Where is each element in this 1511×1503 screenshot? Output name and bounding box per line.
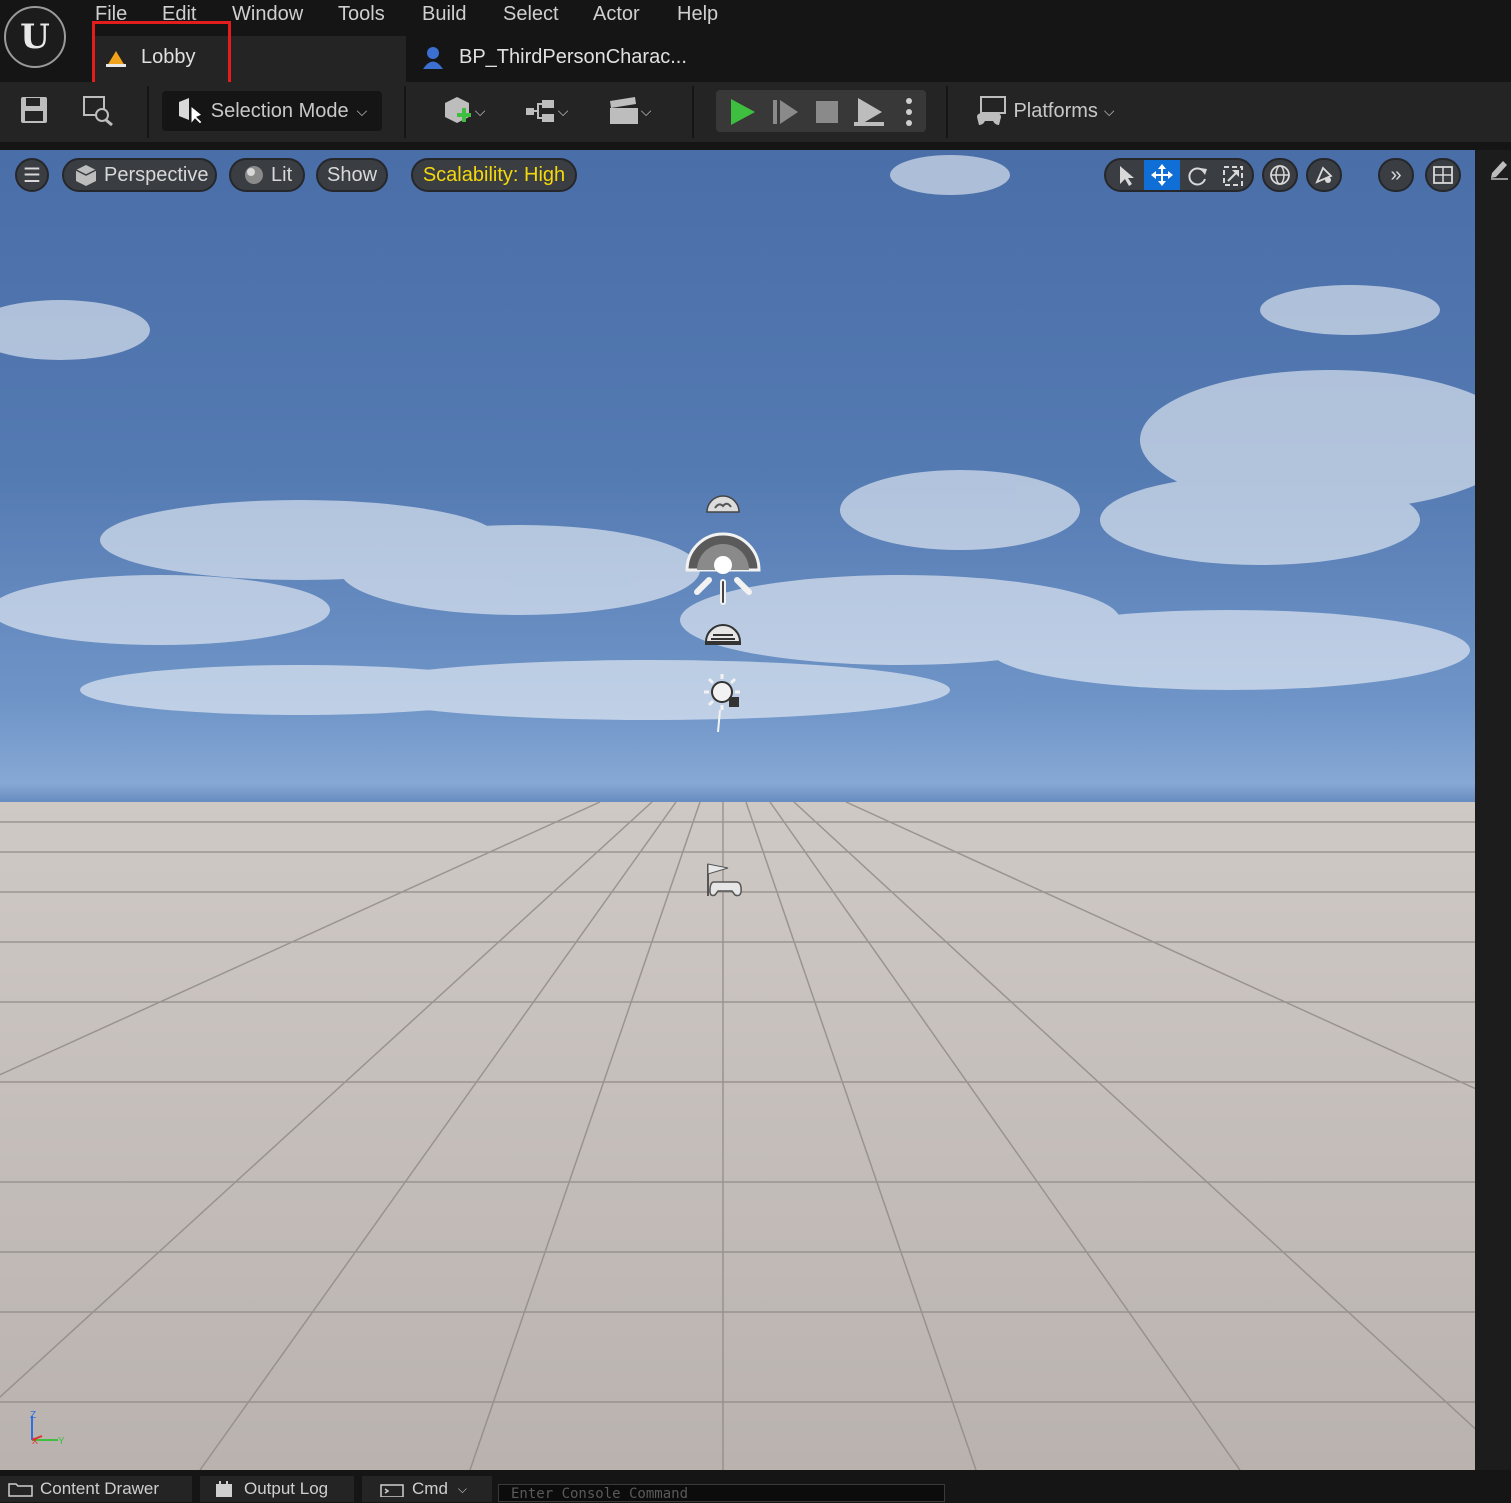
- select-cursor-icon[interactable]: [1116, 165, 1136, 187]
- surface-snapping-button[interactable]: [1306, 158, 1342, 192]
- cinematics-dropdown[interactable]: ⌵: [600, 94, 658, 128]
- menu-select[interactable]: Select: [503, 0, 559, 28]
- console-command-input[interactable]: Enter Console Command: [498, 1484, 945, 1502]
- save-icon[interactable]: [20, 96, 48, 124]
- hamburger-menu-icon: ☰: [23, 164, 41, 187]
- move-arrows-icon: [1151, 164, 1173, 186]
- view-mode-button[interactable]: Lit: [229, 158, 305, 192]
- globe-icon: [1270, 165, 1290, 185]
- expand-toolbar-button[interactable]: »: [1378, 158, 1414, 192]
- show-button[interactable]: Show: [316, 158, 388, 192]
- tab-blueprint-label: BP_ThirdPersonCharac...: [459, 46, 687, 68]
- checkered-floor: [0, 802, 1475, 1470]
- rotate-icon[interactable]: [1186, 165, 1208, 187]
- selection-mode-dropdown[interactable]: Selection Mode ⌵: [162, 91, 382, 131]
- axis-gizmo-icon: Z X Y: [30, 1410, 65, 1447]
- output-log-button[interactable]: Output Log: [200, 1476, 354, 1502]
- sky-atmosphere-icon[interactable]: [705, 492, 741, 514]
- edit-pencil-icon[interactable]: [1489, 158, 1509, 180]
- cmd-dropdown[interactable]: Cmd ⌵: [362, 1476, 492, 1502]
- platforms-icon: [977, 96, 1007, 125]
- player-start-icon[interactable]: [704, 860, 744, 900]
- advance-frame-icon[interactable]: [771, 98, 799, 126]
- view-mode-label: Lit: [271, 163, 293, 186]
- toolbar-separator: [692, 86, 694, 138]
- tab-blueprint[interactable]: BP_ThirdPersonCharac...: [410, 36, 1511, 82]
- blueprints-dropdown[interactable]: ⌵: [518, 94, 574, 128]
- perspective-label: Perspective: [104, 163, 209, 186]
- chevron-down-icon: ⌵: [557, 102, 569, 119]
- output-log-label: Output Log: [244, 1479, 329, 1498]
- more-options-icon[interactable]: [904, 96, 914, 128]
- transform-tools: [1104, 158, 1254, 192]
- chevron-down-icon: ⌵: [356, 102, 368, 119]
- add-actor-dropdown[interactable]: ⌵: [434, 94, 492, 128]
- platforms-dropdown[interactable]: Platforms ⌵: [970, 94, 1120, 128]
- clapperboard-icon: [609, 97, 638, 124]
- menu-tools[interactable]: Tools: [338, 0, 385, 28]
- cube-icon: [75, 165, 97, 186]
- scalability-warning-button[interactable]: Scalability: High: [411, 158, 577, 192]
- menu-window[interactable]: Window: [232, 0, 303, 28]
- toolbar-separator: [946, 86, 948, 138]
- surface-snap-icon: [1315, 166, 1333, 184]
- lit-sphere-icon: [245, 166, 263, 184]
- world-local-toggle[interactable]: [1262, 158, 1298, 192]
- scalability-label: Scalability: High: [422, 163, 566, 186]
- skylight-icon[interactable]: [683, 530, 763, 606]
- toolbar-separator: [147, 86, 149, 138]
- chevron-down-icon: ⌵: [457, 1481, 468, 1496]
- viewport-options-button[interactable]: ☰: [15, 158, 49, 192]
- selection-mode-label: Selection Mode: [210, 99, 349, 122]
- axis-z-label: Z: [30, 1410, 36, 1421]
- cmd-label: Cmd: [412, 1479, 448, 1498]
- axis-y-label: Y: [58, 1436, 65, 1447]
- eject-icon[interactable]: [852, 96, 886, 128]
- translate-tool-button[interactable]: [1144, 160, 1180, 190]
- perspective-button[interactable]: Perspective: [62, 158, 217, 192]
- menu-help[interactable]: Help: [677, 0, 718, 28]
- exponential-fog-icon[interactable]: [703, 616, 743, 646]
- log-icon: [216, 1481, 232, 1497]
- play-controls: [716, 90, 926, 132]
- toolbar-separator: [404, 86, 406, 138]
- unreal-logo-icon[interactable]: U: [4, 6, 66, 68]
- axis-x-label: X: [32, 1436, 38, 1446]
- scale-icon[interactable]: [1222, 165, 1244, 187]
- chevron-down-icon: ⌵: [1103, 102, 1115, 119]
- show-label: Show: [326, 163, 378, 186]
- double-chevron-right-icon: »: [1390, 163, 1402, 186]
- chevron-down-icon: ⌵: [640, 102, 652, 119]
- folder-icon: [8, 1483, 33, 1497]
- add-actor-icon: [444, 97, 471, 123]
- platforms-label: Platforms: [1013, 99, 1098, 122]
- menu-build[interactable]: Build: [422, 0, 466, 28]
- selection-mode-icon: [178, 98, 203, 124]
- play-icon[interactable]: [728, 98, 756, 126]
- character-blueprint-icon: [423, 47, 443, 69]
- stop-icon[interactable]: [814, 99, 840, 125]
- menu-actor[interactable]: Actor: [593, 0, 640, 28]
- directional-light-icon[interactable]: [702, 672, 744, 734]
- viewport-layout-button[interactable]: [1425, 158, 1461, 192]
- terminal-icon: [380, 1484, 404, 1497]
- content-drawer-button[interactable]: Content Drawer: [0, 1476, 192, 1502]
- content-browse-icon[interactable]: [83, 96, 115, 126]
- layout-grid-icon: [1433, 166, 1453, 184]
- blueprint-nodes-icon: [525, 100, 554, 122]
- level-viewport[interactable]: ☰ Perspective Lit Show Scalability: High: [0, 150, 1475, 1470]
- chevron-down-icon: ⌵: [474, 102, 486, 119]
- details-panel-edge: [1475, 150, 1511, 1470]
- content-drawer-label: Content Drawer: [40, 1479, 160, 1498]
